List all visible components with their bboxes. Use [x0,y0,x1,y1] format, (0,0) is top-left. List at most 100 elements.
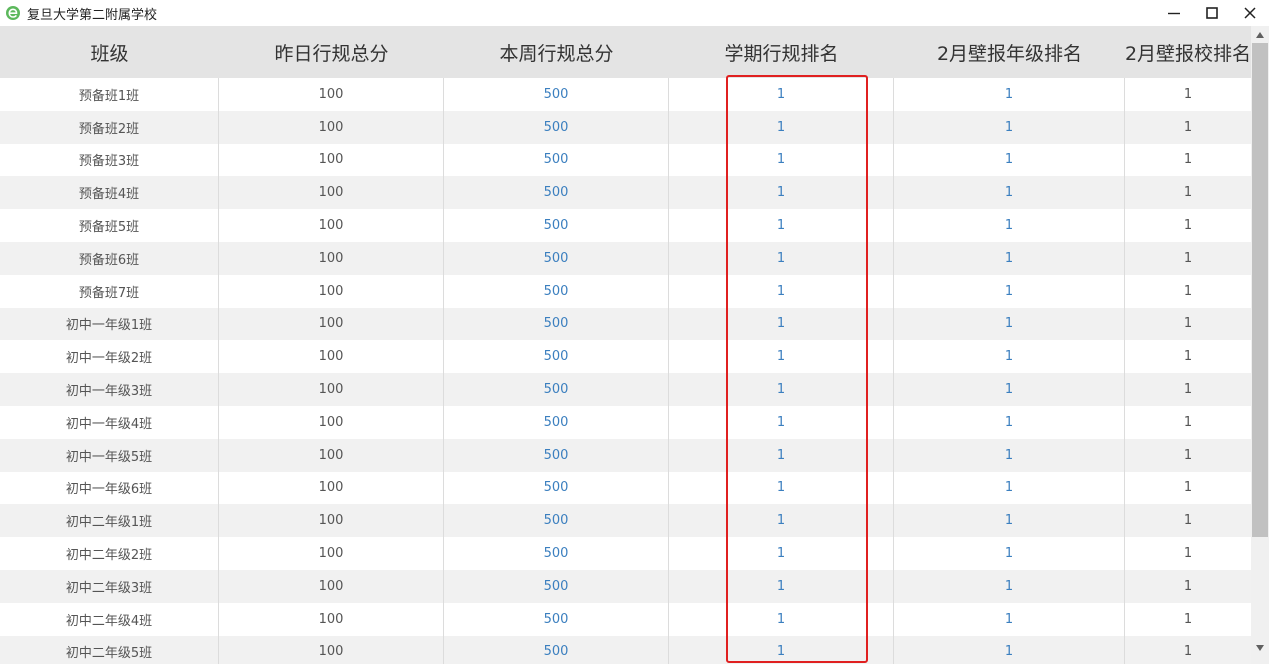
close-button[interactable] [1231,0,1269,26]
term-rank-cell[interactable]: 1 [669,274,894,308]
class-cell: 初中一年级2班 [0,340,219,374]
poster-grade-rank-cell[interactable]: 1 [894,176,1125,210]
week-score-cell[interactable]: 500 [444,274,669,308]
table-row: 初中二年级3班 100 500 1 1 1 [0,569,1251,603]
term-rank-cell[interactable]: 1 [669,537,894,570]
poster-grade-rank-cell[interactable]: 1 [894,373,1125,406]
arrow-down-icon [1256,644,1264,651]
ranking-table: 班级 昨日行规总分 本周行规总分 学期行规排名 2月壁报年级排名 2月壁报校排名… [0,26,1251,664]
week-score-cell[interactable]: 500 [444,635,669,664]
header-term-rank: 学期行规排名 [724,42,839,65]
term-rank-cell[interactable]: 1 [669,471,894,505]
poster-grade-rank-cell[interactable]: 1 [894,143,1125,177]
term-rank-cell[interactable]: 1 [669,78,894,111]
term-rank-cell[interactable]: 1 [669,176,894,210]
yesterday-score-cell: 100 [219,176,444,210]
minimize-button[interactable] [1155,0,1193,26]
poster-grade-rank-cell[interactable]: 1 [894,78,1125,111]
term-rank-cell[interactable]: 1 [669,110,894,144]
poster-grade-rank-cell[interactable]: 1 [894,537,1125,570]
week-score-cell[interactable]: 500 [444,602,669,636]
term-rank-cell[interactable]: 1 [669,438,894,472]
class-cell: 预备班5班 [0,209,219,242]
poster-grade-rank-cell[interactable]: 1 [894,241,1125,275]
scroll-thumb[interactable] [1252,43,1268,537]
term-rank-cell[interactable]: 1 [669,143,894,177]
class-cell: 初中二年级3班 [0,569,219,603]
yesterday-score-cell: 100 [219,635,444,664]
poster-grade-rank-cell[interactable]: 1 [894,569,1125,603]
class-cell: 初中二年级4班 [0,602,219,636]
week-score-cell[interactable]: 500 [444,110,669,144]
table-row: 初中二年级4班 100 500 1 1 1 [0,602,1251,636]
week-score-cell[interactable]: 500 [444,569,669,603]
term-rank-cell[interactable]: 1 [669,569,894,603]
yesterday-score-cell: 100 [219,78,444,111]
term-rank-cell[interactable]: 1 [669,373,894,406]
term-rank-cell[interactable]: 1 [669,635,894,664]
yesterday-score-cell: 100 [219,602,444,636]
table-row: 预备班2班 100 500 1 1 1 [0,110,1251,144]
week-score-cell[interactable]: 500 [444,340,669,374]
yesterday-score-cell: 100 [219,471,444,505]
scroll-down-button[interactable] [1251,639,1269,656]
class-cell: 初中一年级3班 [0,373,219,406]
poster-school-rank-cell: 1 [1183,447,1193,463]
table-row: 预备班6班 100 500 1 1 1 [0,241,1251,275]
poster-school-rank-cell: 1 [1183,611,1193,627]
table-row: 预备班7班 100 500 1 1 1 [0,274,1251,308]
vertical-scrollbar[interactable] [1251,26,1269,664]
term-rank-cell[interactable]: 1 [669,307,894,341]
header-poster-school-rank: 2月壁报校排名 [1124,42,1251,65]
poster-grade-rank-cell[interactable]: 1 [894,274,1125,308]
term-rank-cell[interactable]: 1 [669,340,894,374]
class-cell: 预备班4班 [0,176,219,210]
poster-grade-rank-cell[interactable]: 1 [894,110,1125,144]
week-score-cell[interactable]: 500 [444,78,669,111]
table-row: 初中一年级5班 100 500 1 1 1 [0,438,1251,472]
week-score-cell[interactable]: 500 [444,438,669,472]
class-cell: 预备班6班 [0,241,219,275]
header-poster-grade-rank: 2月壁报年级排名 [936,42,1083,65]
poster-grade-rank-cell[interactable]: 1 [894,340,1125,374]
week-score-cell[interactable]: 500 [444,209,669,242]
week-score-cell[interactable]: 500 [444,176,669,210]
term-rank-cell[interactable]: 1 [669,241,894,275]
week-score-cell[interactable]: 500 [444,537,669,570]
window-controls [1155,0,1269,26]
scroll-up-button[interactable] [1251,26,1269,43]
minimize-icon [1168,12,1180,15]
poster-grade-rank-cell[interactable]: 1 [894,405,1125,439]
week-score-cell[interactable]: 500 [444,405,669,439]
poster-grade-rank-cell[interactable]: 1 [894,438,1125,472]
poster-school-rank-cell: 1 [1183,86,1193,102]
week-score-cell[interactable]: 500 [444,241,669,275]
maximize-button[interactable] [1193,0,1231,26]
poster-grade-rank-cell[interactable]: 1 [894,471,1125,505]
week-score-cell[interactable]: 500 [444,504,669,538]
table-row: 初中二年级5班 100 500 1 1 1 [0,635,1251,664]
table-header: 班级 昨日行规总分 本周行规总分 学期行规排名 2月壁报年级排名 2月壁报校排名 [0,26,1251,78]
yesterday-score-cell: 100 [219,274,444,308]
table-row: 初中二年级2班 100 500 1 1 1 [0,537,1251,570]
yesterday-score-cell: 100 [219,438,444,472]
yesterday-score-cell: 100 [219,373,444,406]
term-rank-cell[interactable]: 1 [669,602,894,636]
class-cell: 预备班7班 [0,274,219,308]
week-score-cell[interactable]: 500 [444,373,669,406]
week-score-cell[interactable]: 500 [444,471,669,505]
week-score-cell[interactable]: 500 [444,143,669,177]
poster-school-rank-cell: 1 [1183,644,1193,660]
poster-grade-rank-cell[interactable]: 1 [894,635,1125,664]
poster-grade-rank-cell[interactable]: 1 [894,209,1125,242]
table-row: 初中一年级6班 100 500 1 1 1 [0,471,1251,505]
poster-grade-rank-cell[interactable]: 1 [894,504,1125,538]
term-rank-cell[interactable]: 1 [669,209,894,242]
table-body: 预备班1班 100 500 1 1 1 预备班2班 100 500 1 1 1 预备班3班 100 500 1… [0,78,1251,664]
table-row: 预备班3班 100 500 1 1 1 [0,143,1251,177]
term-rank-cell[interactable]: 1 [669,405,894,439]
poster-grade-rank-cell[interactable]: 1 [894,307,1125,341]
term-rank-cell[interactable]: 1 [669,504,894,538]
week-score-cell[interactable]: 500 [444,307,669,341]
poster-grade-rank-cell[interactable]: 1 [894,602,1125,636]
